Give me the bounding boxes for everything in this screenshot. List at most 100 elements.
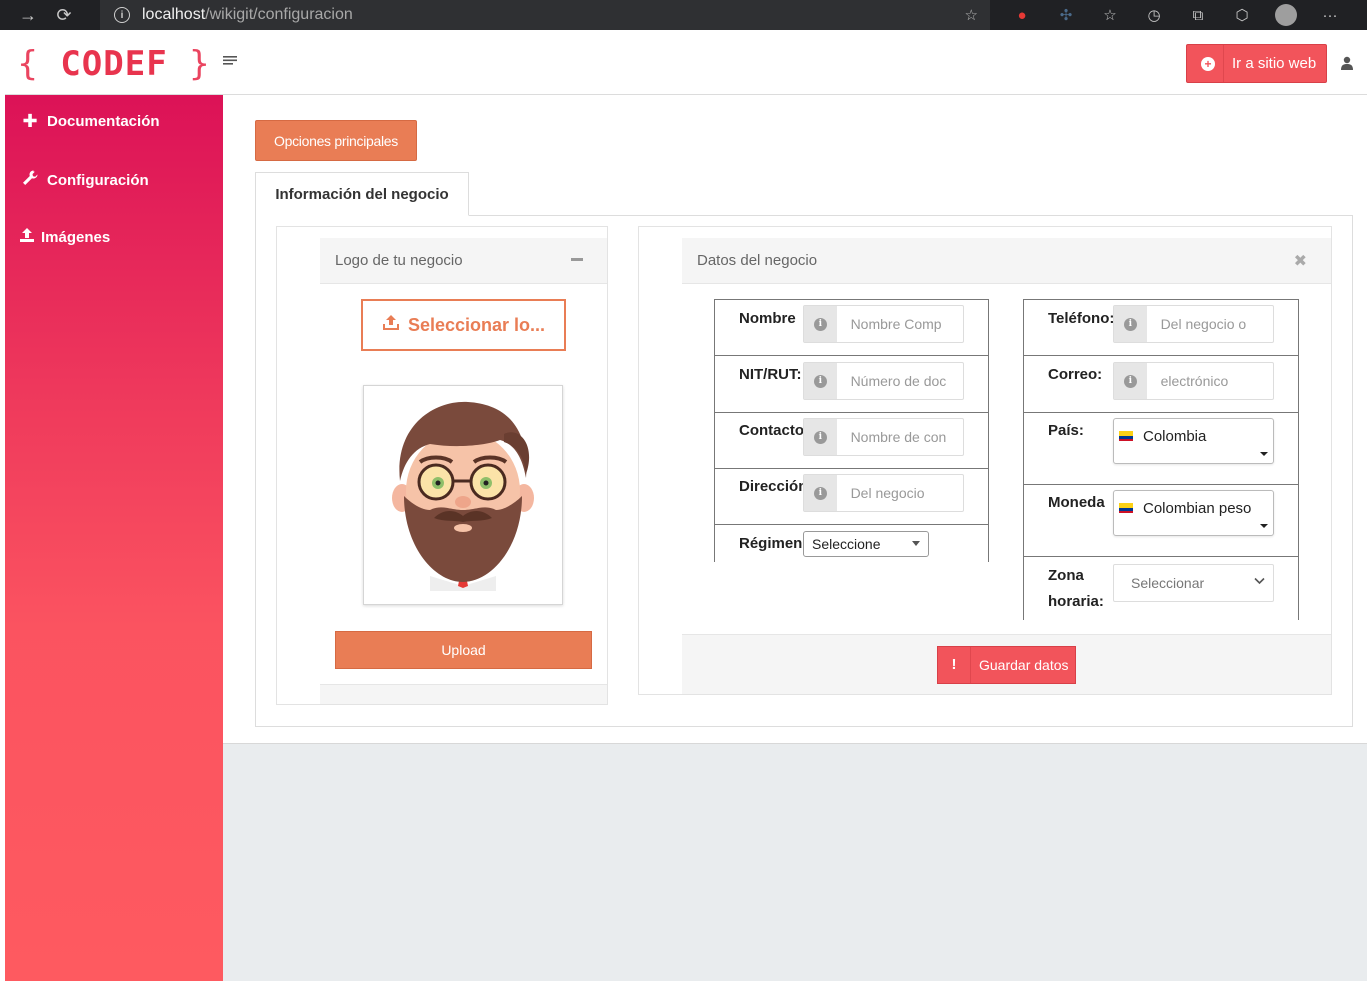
chevron-down-icon — [912, 541, 920, 546]
user-icon[interactable] — [1341, 56, 1353, 75]
profile-icon[interactable] — [1264, 4, 1308, 26]
form-row-correo: Correo: i — [1024, 355, 1298, 412]
field-label: Contacto — [739, 422, 804, 439]
more-menu-icon[interactable]: ··· — [1308, 7, 1352, 24]
site-info-icon[interactable]: i — [114, 7, 130, 23]
browser-extensions: ● ✣ ☆ ◷ ⧉ ⬡ ··· — [1000, 0, 1352, 30]
contacto-input-group: i — [803, 418, 964, 456]
sidebar-item-imagenes[interactable]: Imágenes — [19, 227, 110, 248]
save-data-label: Guardar datos — [979, 657, 1069, 673]
select-logo-button[interactable]: Seleccionar lo... — [361, 299, 566, 351]
favorite-star-icon[interactable]: ☆ — [965, 6, 978, 24]
sidebar-item-label: Documentación — [47, 113, 160, 130]
chevron-down-icon — [1260, 452, 1268, 456]
save-data-button[interactable]: ! Guardar datos — [937, 646, 1076, 684]
correo-input[interactable] — [1146, 363, 1273, 399]
sidebar-item-configuracion[interactable]: Configuración — [19, 169, 149, 192]
plus-icon: ✚ — [22, 111, 38, 131]
collections-icon[interactable]: ⧉ — [1176, 7, 1220, 24]
go-to-website-button[interactable]: + Ir a sitio web — [1186, 44, 1327, 83]
colombia-flag-icon — [1119, 431, 1133, 441]
tab-strip: Información del negocio — [255, 172, 1353, 216]
close-icon[interactable]: ✖ — [1294, 251, 1307, 271]
telefono-input[interactable] — [1146, 306, 1273, 342]
info-icon: i — [804, 475, 837, 511]
form-row-moneda: Moneda Colombian peso — [1024, 484, 1298, 556]
info-icon: i — [1114, 363, 1147, 399]
go-to-website-label: Ir a sitio web — [1232, 55, 1317, 72]
moneda-select-value: Colombian peso — [1143, 500, 1252, 517]
field-label: Nombre — [739, 310, 796, 327]
logo-preview-image — [363, 385, 563, 605]
pais-select-value: Colombia — [1143, 428, 1207, 445]
sidebar-item-documentacion[interactable]: ✚ Documentación — [19, 111, 160, 132]
sidebar-item-label: Configuración — [47, 172, 149, 189]
menu-toggle-icon[interactable] — [223, 54, 241, 72]
business-data-title: Datos del negocio — [697, 252, 818, 269]
select-logo-label: Seleccionar lo... — [407, 314, 546, 335]
upload-icon — [382, 314, 400, 336]
info-icon: i — [804, 306, 837, 342]
info-icon: i — [1114, 306, 1147, 342]
zona-horaria-select-value: Seleccionar — [1131, 575, 1205, 591]
chevron-down-icon — [1260, 524, 1268, 528]
logo-panel-title: Logo de tu negocio — [335, 252, 463, 269]
app-header: { CODEF } + Ir a sitio web — [5, 34, 1367, 95]
nombre-input[interactable] — [836, 306, 963, 342]
business-data-header: Datos del negocio ✖ — [682, 238, 1331, 284]
tab-business-info[interactable]: Información del negocio — [255, 172, 469, 216]
field-label: Teléfono: — [1048, 310, 1115, 327]
field-label: Régimen — [739, 535, 803, 552]
logo-panel-header: Logo de tu negocio — [320, 238, 607, 284]
contacto-input[interactable] — [836, 419, 963, 455]
field-label: Dirección — [739, 478, 808, 495]
direccion-input-group: i — [803, 474, 964, 512]
form-row-nombre: Nombre i — [715, 299, 988, 355]
reload-icon[interactable]: ⟳ — [46, 0, 82, 30]
direccion-input[interactable] — [836, 475, 963, 511]
info-icon: i — [804, 419, 837, 455]
wrench-icon — [19, 169, 41, 192]
nit-input[interactable] — [836, 363, 963, 399]
logo-text: CODEF — [60, 44, 168, 84]
alert-icon: ! — [938, 647, 971, 683]
url-host: localhost — [142, 6, 206, 23]
chevron-down-icon — [1254, 576, 1265, 588]
correo-input-group: i — [1113, 362, 1274, 400]
zona-horaria-select[interactable]: Seleccionar — [1113, 564, 1274, 602]
upload-button[interactable]: Upload — [335, 631, 592, 669]
field-label: horaria: — [1048, 593, 1104, 610]
extension-icon[interactable]: ✣ — [1044, 6, 1088, 24]
form-row-zona-horaria: Zona horaria: Seleccionar — [1024, 556, 1298, 620]
field-label: País: — [1048, 422, 1084, 439]
logo-panel-footer — [320, 684, 607, 704]
history-icon[interactable]: ◷ — [1132, 6, 1176, 24]
regimen-select[interactable]: Seleccione — [803, 531, 929, 557]
field-label: Zona — [1048, 567, 1084, 584]
content-footer-area — [223, 743, 1367, 981]
moneda-select[interactable]: Colombian peso — [1113, 490, 1274, 536]
regimen-select-value: Seleccione — [812, 536, 881, 552]
browser-essentials-icon[interactable]: ⬡ — [1220, 6, 1264, 24]
collapse-icon[interactable] — [571, 258, 583, 261]
sidebar-item-label: Imágenes — [41, 229, 111, 246]
favorites-icon[interactable]: ☆ — [1088, 6, 1132, 24]
logo[interactable]: { CODEF } — [5, 34, 223, 94]
form-row-nit: NIT/RUT: i — [715, 355, 988, 412]
nombre-input-group: i — [803, 305, 964, 343]
plus-circle-icon: + — [1201, 56, 1215, 71]
business-form-right: Teléfono: i Correo: i País: Colombia Mon… — [1023, 299, 1299, 620]
forward-icon[interactable]: → — [10, 0, 46, 30]
form-row-telefono: Teléfono: i — [1024, 299, 1298, 355]
url-path: /wikigit/configuracion — [205, 6, 353, 23]
address-bar[interactable]: i localhost/wikigit/configuracion ☆ — [100, 0, 990, 30]
sidebar: ✚ Documentación Configuración Imágenes — [5, 95, 223, 981]
info-icon: i — [804, 363, 837, 399]
business-form-left: Nombre i NIT/RUT: i Contacto i Dirección… — [714, 299, 989, 562]
adblock-extension-icon[interactable]: ● — [1000, 7, 1044, 24]
form-row-regimen: Régimen Seleccione — [715, 524, 988, 562]
form-row-contacto: Contacto i — [715, 412, 988, 468]
field-label: Correo: — [1048, 366, 1103, 383]
pais-select[interactable]: Colombia — [1113, 418, 1274, 464]
main-options-button[interactable]: Opciones principales — [255, 120, 417, 161]
